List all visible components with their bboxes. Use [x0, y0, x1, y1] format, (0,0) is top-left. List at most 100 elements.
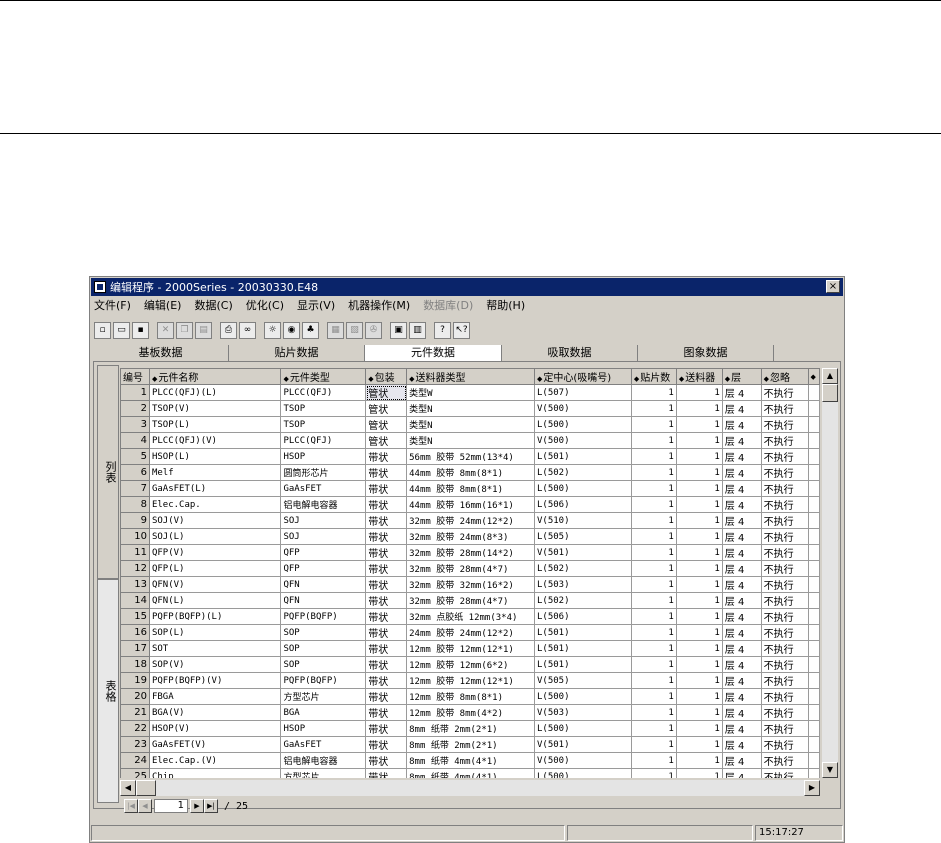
table-cell[interactable]: 带状	[365, 624, 408, 641]
table-cell[interactable]: 1	[630, 560, 677, 577]
table-row[interactable]: 15 PQFP(BQFP)(L) PQFP(BQFP) 带状 32mm 点胶纸 12mm…	[120, 608, 820, 625]
table-cell[interactable]: L(501)	[534, 656, 632, 673]
table-cell[interactable]: 1	[675, 720, 723, 737]
table-cell[interactable]: 1	[675, 640, 723, 657]
table-cell[interactable]: 不执行	[760, 736, 809, 753]
row-number-cell[interactable]: 12	[120, 560, 150, 577]
table-cell[interactable]: 1	[675, 480, 723, 497]
row-number-cell[interactable]: 25	[120, 768, 150, 778]
table-cell[interactable]: 1	[675, 544, 723, 561]
table-cell[interactable]: Elec.Cap.(V)	[148, 752, 282, 769]
table-row[interactable]: 6 Melf 圆筒形芯片 带状 44mm 胶带 8mm(8*1) L(502) 1 1 层 4不…	[120, 464, 820, 481]
table-cell[interactable]: 不执行	[760, 496, 809, 513]
table-cell[interactable]: 1	[675, 528, 723, 545]
table-cell[interactable]: 不执行	[760, 608, 809, 625]
tab-1[interactable]: 贴片数据	[229, 345, 365, 361]
table-cell[interactable]: L(500)	[534, 720, 632, 737]
table-cell[interactable]: 1	[630, 416, 677, 433]
table-cell[interactable]: 层 4	[721, 480, 762, 497]
table-cell[interactable]: PLCC(QFJ)	[280, 384, 367, 401]
table-cell[interactable]: SOP	[280, 624, 367, 641]
table-row[interactable]: 16 SOP(L) SOP 带状 24mm 胶带 24mm(12*2) L(501) 1 1 层…	[120, 624, 820, 641]
table-cell[interactable]: 铝电解电容器	[280, 496, 367, 513]
row-number-cell[interactable]: 14	[120, 592, 150, 609]
table-cell[interactable]: 不执行	[760, 400, 809, 417]
table-cell[interactable]: 1	[675, 672, 723, 689]
row-number-cell[interactable]: 17	[120, 640, 150, 657]
table-cell[interactable]: SOJ	[280, 512, 367, 529]
table-cell[interactable]: QFN	[280, 592, 367, 609]
scroll-right-arrow-icon[interactable]: ▶	[804, 780, 820, 796]
table-cell[interactable]: HSOP	[280, 448, 367, 465]
table-cell[interactable]: 12mm 胶带 12mm(12*1)	[406, 672, 535, 689]
table-cell[interactable]: V(500)	[534, 752, 632, 769]
table-cell[interactable]: GaAsFET(V)	[148, 736, 282, 753]
table-row[interactable]: 7 GaAsFET(L) GaAsFET 带状 44mm 胶带 8mm(8*1) L(50…	[120, 480, 820, 497]
table-cell[interactable]: L(503)	[534, 576, 632, 593]
table-cell[interactable]: 层 4	[721, 672, 762, 689]
table-cell[interactable]: 带状	[365, 464, 408, 481]
table-cell[interactable]: SOJ(L)	[148, 528, 282, 545]
table-cell[interactable]: 1	[630, 544, 677, 561]
table-cell[interactable]: 带状	[365, 608, 408, 625]
table-cell[interactable]: 管状	[365, 432, 408, 449]
table-row[interactable]: 19 PQFP(BQFP)(V) PQFP(BQFP) 带状 12mm 胶带 12mm(…	[120, 672, 820, 689]
table-cell[interactable]: L(502)	[534, 592, 632, 609]
table-cell[interactable]: 1	[630, 384, 677, 401]
table-cell[interactable]: 1	[630, 752, 677, 769]
table-cell[interactable]: 1	[630, 528, 677, 545]
table-cell[interactable]: V(503)	[534, 704, 632, 721]
column-header-0[interactable]: 编号	[120, 368, 150, 385]
table-row[interactable]: 9 SOJ(V) SOJ 带状 32mm 胶带 24mm(12*2) V(510) 1 1 层 …	[120, 512, 820, 529]
table-cell[interactable]: 层 4	[721, 576, 762, 593]
table-cell[interactable]: QFN	[280, 576, 367, 593]
column-header-2[interactable]: ◆元件类型	[280, 368, 367, 385]
table-cell[interactable]: 不执行	[760, 480, 809, 497]
table-cell[interactable]: 1	[630, 624, 677, 641]
table-cell[interactable]: 层 4	[721, 688, 762, 705]
table-cell[interactable]: 不执行	[760, 512, 809, 529]
table-cell[interactable]: TSOP(L)	[148, 416, 282, 433]
table-cell[interactable]: 层 4	[721, 528, 762, 545]
table-cell[interactable]: 层 4	[721, 640, 762, 657]
table-cell[interactable]: 32mm 胶带 24mm(8*3)	[406, 528, 535, 545]
table-cell[interactable]: 1	[675, 736, 723, 753]
table-cell[interactable]: 带状	[365, 736, 408, 753]
table-cell[interactable]: 带状	[365, 688, 408, 705]
table-cell[interactable]: 32mm 胶带 28mm(4*7)	[406, 592, 535, 609]
table-cell[interactable]: 1	[675, 464, 723, 481]
table-row[interactable]: 10 SOJ(L) SOJ 带状 32mm 胶带 24mm(8*3) L(505) 1 1 层 …	[120, 528, 820, 545]
table-cell[interactable]: 不执行	[760, 688, 809, 705]
table-cell[interactable]: 层 4	[721, 656, 762, 673]
row-number-cell[interactable]: 7	[120, 480, 150, 497]
table-cell[interactable]: 管状	[365, 416, 408, 433]
table-cell[interactable]: 层 4	[721, 544, 762, 561]
table-cell[interactable]: V(500)	[534, 432, 632, 449]
table-cell[interactable]: SOP	[280, 640, 367, 657]
row-number-cell[interactable]: 15	[120, 608, 150, 625]
table-cell[interactable]: 层 4	[721, 464, 762, 481]
table-cell[interactable]: PQFP(BQFP)	[280, 608, 367, 625]
table-cell[interactable]: HSOP(V)	[148, 720, 282, 737]
menu-item-2[interactable]: 数据(C)	[194, 297, 232, 313]
menu-item-0[interactable]: 文件(F)	[94, 297, 131, 313]
table-cell[interactable]: 1	[630, 768, 677, 778]
table-cell[interactable]: TSOP	[280, 416, 367, 433]
table-cell[interactable]: 1	[630, 448, 677, 465]
table-row[interactable]: 11 QFP(V) QFP 带状 32mm 胶带 28mm(14*2) V(501) 1 1 层…	[120, 544, 820, 561]
table-cell[interactable]: L(506)	[534, 608, 632, 625]
table-cell[interactable]: 1	[675, 608, 723, 625]
table-row[interactable]: 24 Elec.Cap.(V) 铝电解电容器 带状 8mm 纸带 4mm(4*1) V(5…	[120, 752, 820, 769]
table-cell[interactable]: 1	[630, 704, 677, 721]
table-cell[interactable]: 不执行	[760, 416, 809, 433]
table-cell[interactable]: TSOP(V)	[148, 400, 282, 417]
table-cell[interactable]: 1	[630, 432, 677, 449]
scroll-down-arrow-icon[interactable]: ▼	[822, 762, 838, 778]
table-cell[interactable]: 不执行	[760, 624, 809, 641]
last-record-icon[interactable]: ▶|	[204, 799, 218, 813]
table-cell[interactable]: 层 4	[721, 448, 762, 465]
table-cell[interactable]: PLCC(QFJ)	[280, 432, 367, 449]
lightbulb-icon[interactable]: ☼	[264, 321, 281, 339]
table-cell[interactable]: QFN(L)	[148, 592, 282, 609]
table-cell[interactable]: 32mm 胶带 32mm(16*2)	[406, 576, 535, 593]
